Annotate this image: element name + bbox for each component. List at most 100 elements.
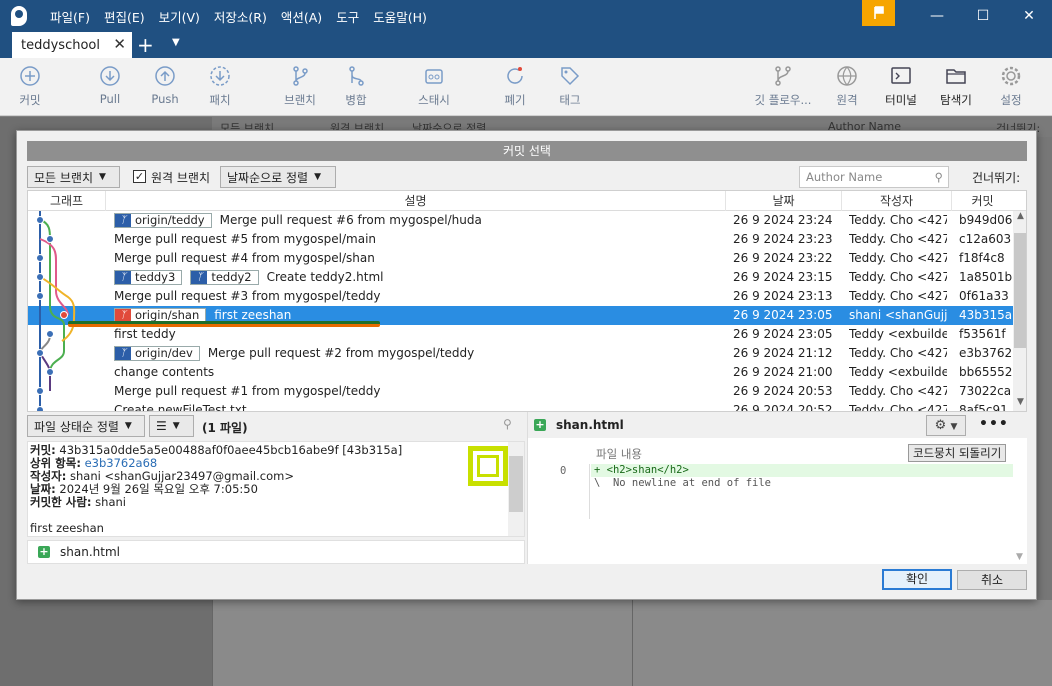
- scroll-thumb[interactable]: [1014, 233, 1026, 348]
- menu-file[interactable]: 파일(F): [43, 7, 97, 26]
- scroll-down-icon[interactable]: ▼: [1013, 397, 1026, 411]
- chevron-down-icon: ▼: [172, 421, 180, 431]
- table-row[interactable]: Create newFileTest.txt 26 9 2024 20:52 Ted…: [28, 401, 1013, 412]
- commit-message: change contents: [114, 365, 215, 379]
- commit-message: Merge pull request #6 from mygospel/huda: [219, 213, 482, 227]
- chevron-down-icon[interactable]: ▼: [172, 37, 180, 48]
- commit-hash: 0f61a33: [959, 289, 1009, 303]
- settings-button[interactable]: 설정: [995, 64, 1027, 108]
- column-commit[interactable]: 커밋: [952, 191, 1013, 211]
- sort-dropdown[interactable]: 날짜순으로 정렬 ▼: [220, 166, 336, 188]
- search-icon[interactable]: ⚲: [503, 417, 512, 431]
- diff-gutter: 0: [528, 464, 590, 519]
- branch-button[interactable]: 브랜치: [280, 64, 320, 108]
- column-author[interactable]: 작성자: [842, 191, 952, 211]
- tag-button[interactable]: 태그: [554, 64, 586, 108]
- graph-node: [36, 292, 44, 300]
- tab-label: teddyschool: [21, 37, 100, 53]
- table-row[interactable]: Merge pull request #3 from mygospel/tedd…: [28, 287, 1013, 306]
- explorer-label: 탐색기: [940, 93, 972, 107]
- commit-button[interactable]: 커밋: [14, 64, 46, 108]
- commit-hash: b949d06: [959, 213, 1013, 227]
- tab-bar: teddyschool ✕ + ▼: [0, 32, 1052, 58]
- sort-label: 날짜순으로 정렬: [227, 170, 309, 185]
- commit-label: 커밋:: [30, 443, 56, 457]
- table-row[interactable]: first teddy 26 9 2024 23:05 Teddy <exbuild…: [28, 325, 1013, 344]
- ok-button[interactable]: 확인: [882, 569, 952, 590]
- column-graph[interactable]: 그래프: [28, 191, 106, 211]
- graph-node: [46, 368, 54, 376]
- discard-icon: [503, 64, 527, 88]
- commit-info-scrollbar[interactable]: [508, 442, 524, 536]
- menu-help[interactable]: 도움말(H): [366, 7, 434, 26]
- stash-button[interactable]: 스태시: [414, 64, 454, 108]
- table-row[interactable]: ᛉ origin/dev Merge pull request #2 from my…: [28, 344, 1013, 363]
- menu-repository[interactable]: 저장소(R): [207, 7, 274, 26]
- table-row[interactable]: ᛉ teddy3 ᛉ teddy2 Create teddy2.html 26 9 202…: [28, 268, 1013, 287]
- add-tab-icon[interactable]: +: [137, 33, 154, 57]
- table-row[interactable]: change contents 26 9 2024 21:00 Teddy <exb…: [28, 363, 1013, 382]
- revert-hunk-button[interactable]: 코드뭉치 되돌리기: [908, 444, 1007, 462]
- close-button[interactable]: ✕: [1006, 0, 1052, 32]
- branch-filter-dropdown[interactable]: 모든 브랜치 ▼: [27, 166, 120, 188]
- file-sort-dropdown[interactable]: 파일 상태순 정렬 ▼: [27, 415, 145, 437]
- terminal-button[interactable]: 터미널: [880, 64, 922, 108]
- commit-message: first teddy: [114, 327, 176, 341]
- branch-ref-badge: ᛉ origin/dev: [114, 346, 200, 361]
- remote-button[interactable]: 원격: [831, 64, 863, 108]
- commit-table-header: 그래프 설명 날짜 작성자 커밋: [28, 191, 1026, 211]
- changed-file-item[interactable]: + shan.html: [27, 540, 525, 564]
- table-row[interactable]: Merge pull request #5 from mygospel/main…: [28, 230, 1013, 249]
- push-button[interactable]: Push: [149, 64, 181, 106]
- maximize-button[interactable]: ☐: [960, 0, 1006, 32]
- git-flow-button[interactable]: 깃 플로우...: [750, 64, 816, 108]
- tab-teddyschool[interactable]: teddyschool ✕: [12, 32, 132, 58]
- table-row[interactable]: Merge pull request #4 from mygospel/shan…: [28, 249, 1013, 268]
- menu-view[interactable]: 보기(V): [152, 7, 207, 26]
- commit-message: Merge pull request #5 from mygospel/main: [114, 232, 377, 246]
- committer-value: shani: [95, 495, 126, 509]
- file-sort-label: 파일 상태순 정렬: [34, 419, 119, 434]
- dialog-title: 커밋 선택: [27, 141, 1027, 161]
- commit-table: 그래프 설명 날짜 작성자 커밋 ᛉ origin/teddy Merge pull…: [27, 190, 1027, 412]
- column-description[interactable]: 설명: [106, 191, 726, 211]
- diff-scrollbar[interactable]: ▼: [1013, 464, 1028, 564]
- column-date[interactable]: 날짜: [726, 191, 842, 211]
- notification-flag-button[interactable]: [862, 0, 895, 26]
- commit-author: Teddy. Cho <4272: [849, 403, 947, 412]
- commit-description: change contents: [114, 363, 726, 382]
- minimize-button[interactable]: —: [914, 0, 960, 32]
- pull-button[interactable]: Pull: [94, 64, 126, 106]
- commit-graph: [36, 211, 76, 411]
- flag-icon: [873, 6, 884, 19]
- discard-button[interactable]: 폐기: [499, 64, 531, 108]
- table-row[interactable]: Merge pull request #1 from mygospel/tedd…: [28, 382, 1013, 401]
- explorer-button[interactable]: 탐색기: [934, 64, 978, 108]
- menu-tools[interactable]: 도구: [329, 7, 366, 26]
- list-view-dropdown[interactable]: ☰ ▼: [149, 415, 194, 437]
- commit-rows: ᛉ origin/teddy Merge pull request #6 from …: [28, 211, 1013, 412]
- branch-ref-label: teddy3: [135, 270, 176, 284]
- cancel-button[interactable]: 취소: [957, 570, 1027, 590]
- close-tab-icon[interactable]: ✕: [113, 35, 126, 53]
- chevron-down-icon: ▼: [99, 172, 106, 182]
- scroll-down-icon[interactable]: ▼: [1016, 552, 1023, 562]
- author-search-input[interactable]: Author Name ⚲: [799, 166, 949, 188]
- commit-hash: bb65552: [959, 365, 1013, 379]
- diff-options-button[interactable]: ⚙ ▼: [926, 415, 966, 436]
- fetch-button[interactable]: 패치: [204, 64, 236, 108]
- remote-branches-checkbox[interactable]: ✓: [133, 170, 146, 183]
- table-row[interactable]: ᛉ origin/teddy Merge pull request #6 from …: [28, 211, 1013, 230]
- terminal-icon: [889, 64, 913, 88]
- menu-edit[interactable]: 편집(E): [97, 7, 152, 26]
- graph-node: [36, 273, 44, 281]
- scroll-up-icon[interactable]: ▲: [1013, 211, 1026, 225]
- parent-link[interactable]: e3b3762a68: [85, 456, 158, 470]
- chevron-down-icon: ▼: [314, 172, 322, 182]
- toolbar: 커밋 Pull Push 패치 브랜치 병합 스태시 폐기 태그 깃 플로우..…: [0, 58, 1052, 116]
- commit-table-scrollbar[interactable]: ▲ ▼: [1013, 211, 1026, 411]
- commit-hash: e3b3762: [959, 346, 1013, 360]
- merge-button[interactable]: 병합: [340, 64, 372, 108]
- more-options-icon[interactable]: •••: [979, 416, 1009, 432]
- menu-actions[interactable]: 액션(A): [274, 7, 329, 26]
